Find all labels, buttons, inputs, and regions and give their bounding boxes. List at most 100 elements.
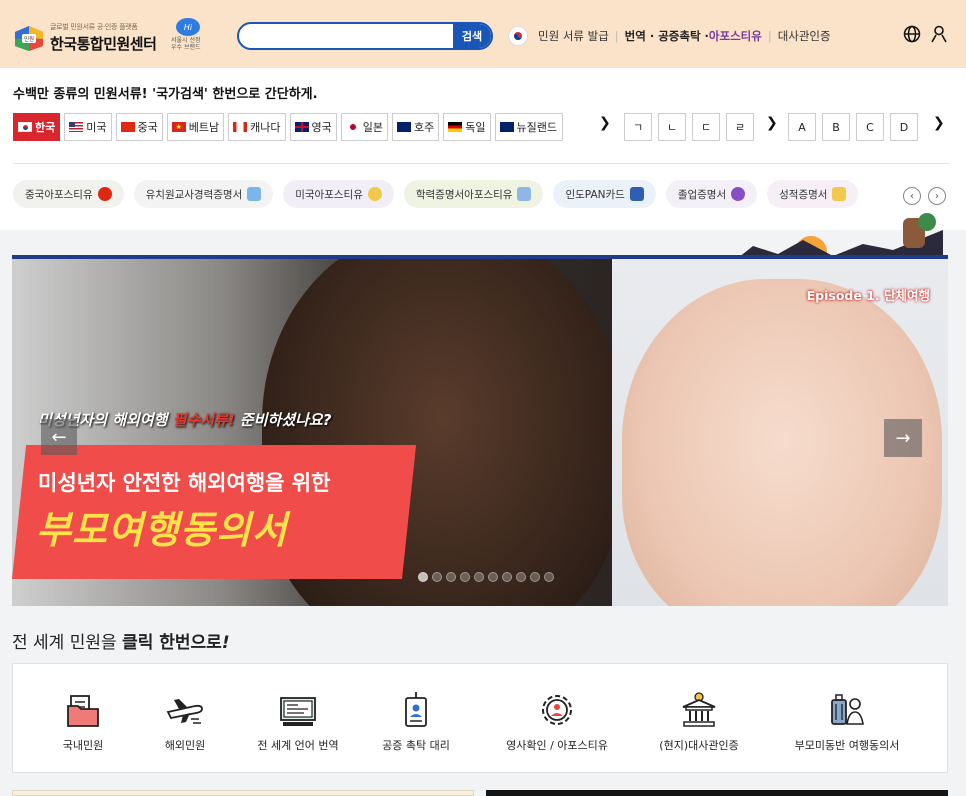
service-apostille[interactable]: 영사확인 / 아포스티유 [492,690,622,753]
services-title-part: 전 세계 민원을 [12,633,123,653]
chip-usa-apostille[interactable]: 미국아포스티유 [283,180,394,208]
chip-academic-apostille[interactable]: 학력증명서아포스티유 [403,180,544,208]
flag-button-newzealand[interactable]: 뉴질랜드 [494,113,563,141]
flag-label: 캐나다 [250,121,281,134]
flag-button-usa[interactable]: 미국 [64,113,112,141]
banner-prev-arrow-icon[interactable]: ← [41,419,77,455]
chip-label: 인도PAN카드 [565,188,625,201]
service-embassy[interactable]: (현지)대사관인증 [634,690,764,753]
apostille-link[interactable]: 아포스티유 [709,28,762,44]
service-travel-consent[interactable]: 부모미동반 여행동의서 [782,690,912,753]
globe-icon[interactable] [903,25,921,43]
chip-label: 성적증명서 [779,188,828,201]
banner-question-part: 준비하셨나요? [234,411,332,429]
hero-banner[interactable]: Episode 1. 단체여행 미성년자의 해외여행 필수서류! 준비하셨나요?… [12,255,948,606]
separator: | [767,29,772,43]
airplane-icon [166,699,203,724]
flag-label: 호주 [414,121,435,134]
japan-flag-icon [345,122,360,132]
germany-flag-icon [448,122,463,132]
letter-button[interactable]: A [788,113,816,141]
service-overseas[interactable]: 해외민원 [120,690,250,753]
service-label: (현지)대사관인증 [659,739,739,752]
gear-person-icon [542,695,572,725]
svg-text:민원: 민원 [24,35,34,43]
badge-caption: 서울시 선정 우수 브랜드 [171,37,201,51]
pagination-dot[interactable] [516,572,526,582]
canada-flag-icon [233,122,248,132]
search-input[interactable] [239,24,455,48]
banner-pagination [418,572,554,582]
folder-icon [67,695,99,727]
flag-button-germany[interactable]: 독일 [443,113,491,141]
flag-button-canada[interactable]: 캐나다 [228,113,286,141]
flag-button-vietnam[interactable]: ★ 베트남 [166,113,225,141]
chip-kindergarten-career[interactable]: 유치원교사경력증명서 [133,180,274,208]
flag-next-arrow[interactable]: ❯ [599,115,611,131]
banner-subtitle: 미성년자 안전한 해외여행을 위한 [38,471,331,495]
flag-label: 한국 [35,121,56,134]
chip-graduation-cert[interactable]: 졸업증명서 [665,180,758,208]
korea-flag-icon[interactable] [508,26,528,46]
chip-transcript[interactable]: 성적증명서 [767,180,859,208]
flag-label: 중국 [137,121,158,134]
services-title: 전 세계 민원을 클릭 한번으로! [12,628,230,653]
korean-letter-next-arrow[interactable]: ❯ [766,115,778,131]
flag-label: 영국 [311,121,332,134]
flag-button-uk[interactable]: 영국 [289,113,337,141]
chip-label: 중국아포스티유 [25,188,93,201]
chip-label: 유치원교사경력증명서 [145,188,243,201]
translate-link[interactable]: 번역 · 공증촉탁 · [625,28,709,44]
service-label: 공증 촉탁 대리 [382,739,450,752]
letter-button[interactable]: D [890,113,918,141]
flag-button-japan[interactable]: 일본 [340,113,388,141]
logo-emblem-icon[interactable]: 민원 [12,24,46,52]
china-circle-icon [97,187,112,201]
letter-button[interactable]: ㄹ [726,113,754,141]
chip-india-pan-card[interactable]: 인도PAN카드 [553,180,656,208]
report-icon [832,187,847,201]
flag-label: 베트남 [188,121,220,134]
letter-button[interactable]: ㄷ [692,113,720,141]
pagination-dot[interactable] [530,572,540,582]
service-label: 해외민원 [164,739,206,752]
korea-flag-icon [18,122,32,132]
pagination-dot[interactable] [474,572,484,582]
chip-prev-button[interactable]: ‹ [903,187,921,205]
issue-link[interactable]: 민원 서류 발급 [538,28,609,44]
chip-label: 학력증명서아포스티유 [415,188,513,201]
pagination-dot[interactable] [502,572,512,582]
logo-title[interactable]: 한국통합민원센터 [50,33,157,54]
user-icon[interactable] [931,25,947,43]
popular-chips: 중국아포스티유 유치원교사경력증명서 미국아포스티유 학력증명서아포스티유 인도… [13,180,859,208]
banner-headline: 부모여행동의서 [36,508,288,552]
flag-button-china[interactable]: 중국 [115,113,163,141]
embassy-link[interactable]: 대사관인증 [778,28,831,44]
flag-label: 일본 [362,121,383,134]
letter-button[interactable]: B [822,113,850,141]
letter-button[interactable]: ㄴ [658,113,686,141]
service-label: 부모미동반 여행동의서 [794,739,900,752]
service-translation[interactable]: 전 세계 언어 번역 [233,690,363,753]
letter-button[interactable]: ㄱ [624,113,652,141]
china-flag-icon [120,122,135,132]
chip-next-button[interactable]: › [928,187,946,205]
medal-icon [367,187,382,201]
pagination-dot[interactable] [432,572,442,582]
pagination-dot[interactable] [544,572,554,582]
chip-china-apostille[interactable]: 중국아포스티유 [13,180,124,208]
english-letter-next-arrow[interactable]: ❯ [933,115,945,131]
banner-next-arrow-icon[interactable]: → [884,419,922,457]
search-button[interactable]: 검색 [453,24,491,48]
pagination-dot[interactable] [488,572,498,582]
pagination-dot[interactable] [418,572,428,582]
pagination-dot[interactable] [460,572,470,582]
banner-question-highlight: 필수서류! [172,411,235,429]
service-notarization[interactable]: 공증 촉탁 대리 [351,690,481,753]
flag-button-korea[interactable]: 한국 [13,113,61,141]
pagination-dot[interactable] [446,572,456,582]
embassy-icon [682,692,716,727]
flag-button-australia[interactable]: 호주 [392,113,440,141]
letter-button[interactable]: C [856,113,884,141]
services-title-bold: 클릭 한번으로 [122,633,222,653]
